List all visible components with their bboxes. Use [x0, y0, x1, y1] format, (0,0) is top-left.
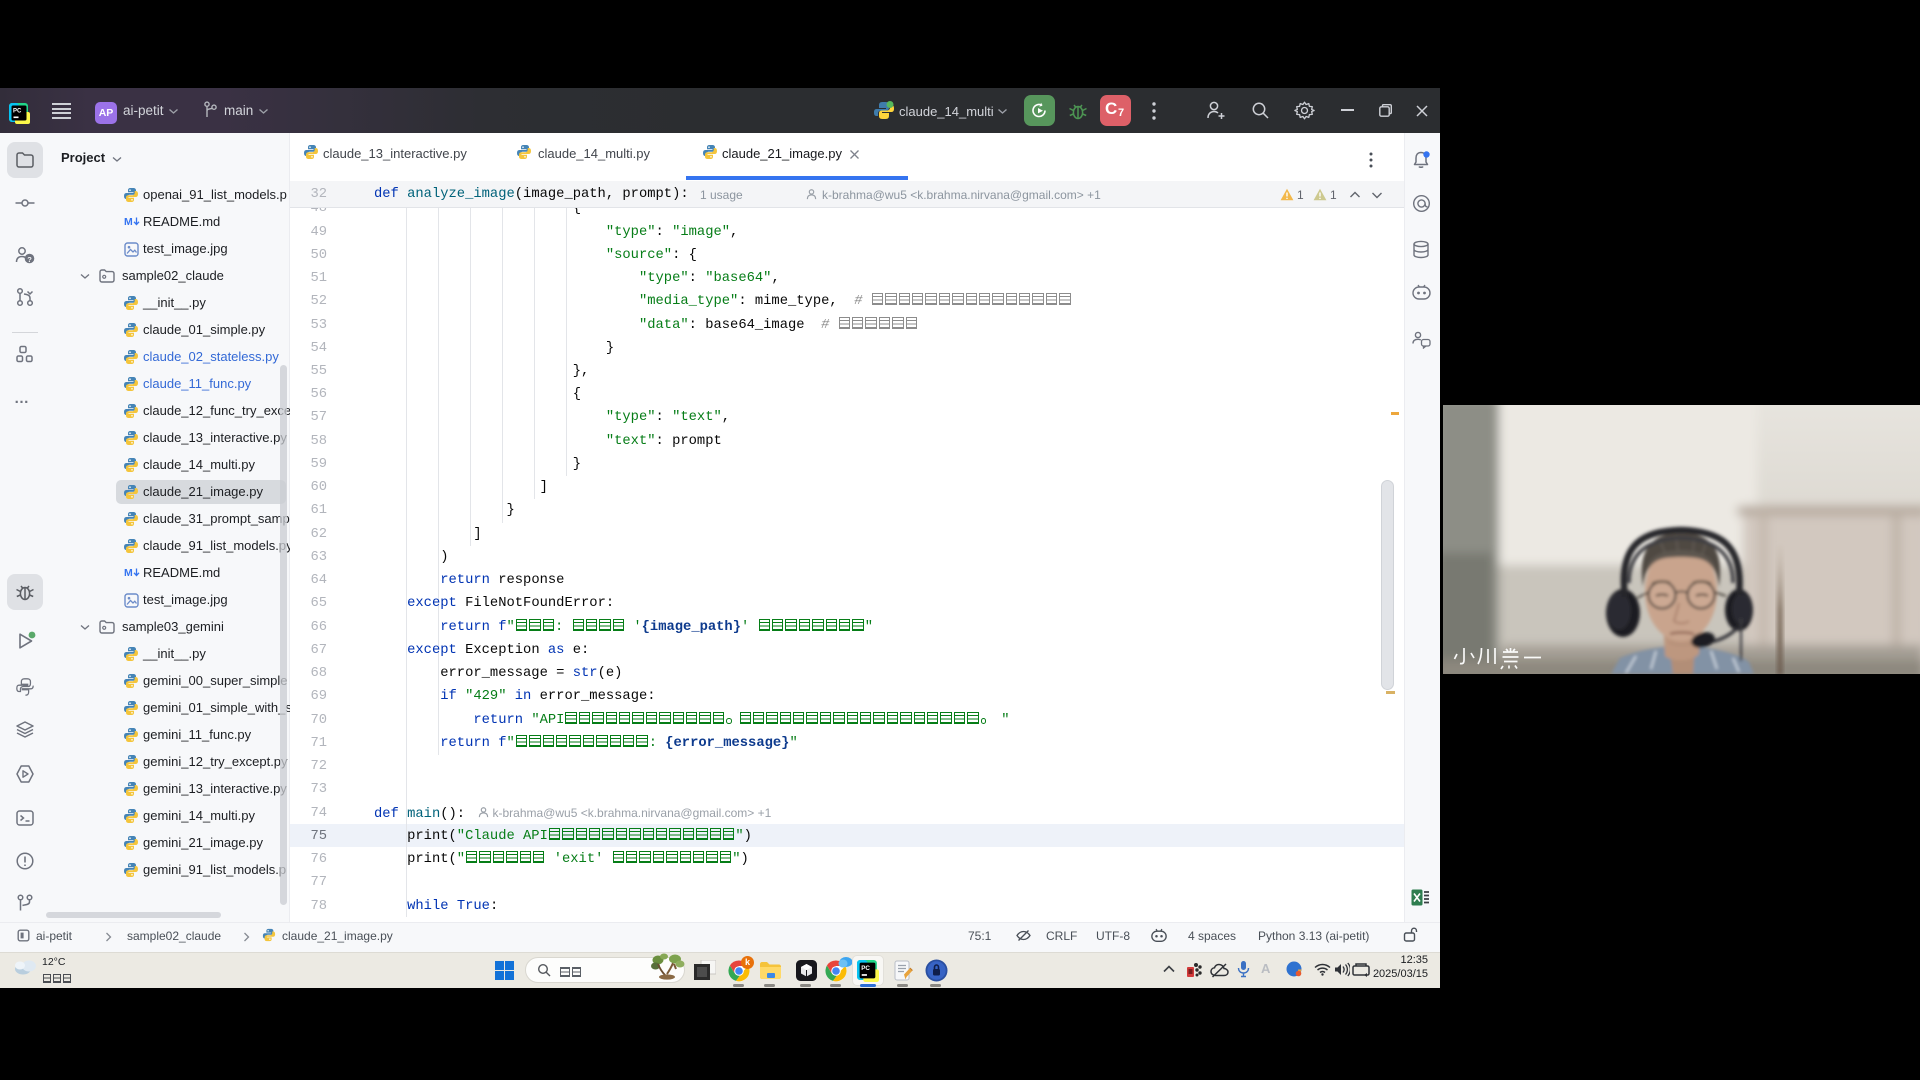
svg-text:PC: PC: [861, 965, 870, 972]
